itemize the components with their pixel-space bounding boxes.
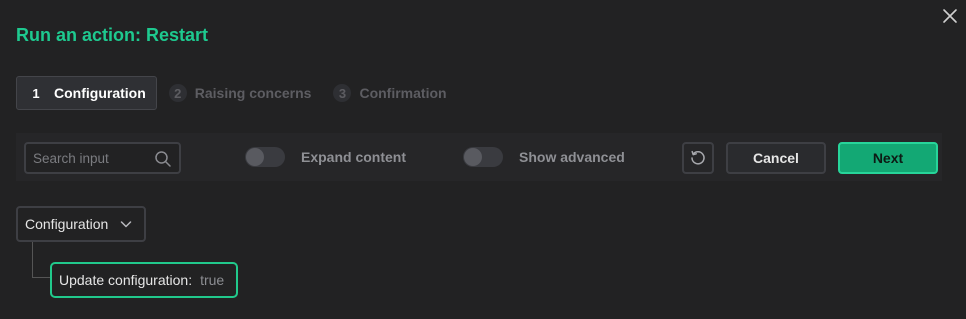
group-label: Configuration bbox=[25, 216, 109, 232]
step-label: Raising concerns bbox=[194, 85, 312, 101]
tree-connector bbox=[32, 242, 50, 278]
show-advanced-label: Show advanced bbox=[519, 149, 625, 165]
toolbar: Expand content Show advanced Cancel Next bbox=[16, 133, 942, 181]
chevron-down-icon bbox=[120, 221, 132, 228]
step-label: Confirmation bbox=[359, 85, 447, 101]
search-icon[interactable] bbox=[154, 150, 172, 168]
configuration-group-dropdown[interactable]: Configuration bbox=[16, 206, 146, 242]
close-icon bbox=[943, 9, 957, 23]
dialog-title: Run an action: Restart bbox=[16, 25, 209, 45]
step-configuration[interactable]: 1 Configuration bbox=[16, 76, 157, 110]
show-advanced-toggle[interactable] bbox=[463, 147, 503, 167]
toggle-knob bbox=[246, 148, 264, 166]
search-box bbox=[24, 142, 181, 174]
step-raising-concerns[interactable]: 2 Raising concerns bbox=[159, 76, 322, 110]
next-button[interactable]: Next bbox=[838, 142, 938, 174]
step-number: 3 bbox=[333, 84, 352, 102]
expand-content-toggle[interactable] bbox=[245, 147, 285, 167]
expand-content-toggle-group: Expand content bbox=[245, 147, 406, 167]
step-number: 1 bbox=[32, 85, 40, 101]
expand-content-label: Expand content bbox=[301, 149, 407, 165]
step-confirmation[interactable]: 3 Confirmation bbox=[323, 76, 456, 110]
node-value: true bbox=[200, 272, 225, 288]
update-configuration-node[interactable]: Update configuration: true bbox=[50, 262, 238, 298]
node-key: Update configuration: bbox=[59, 272, 193, 288]
reset-button[interactable] bbox=[682, 142, 714, 174]
show-advanced-toggle-group: Show advanced bbox=[463, 147, 625, 167]
step-number: 2 bbox=[168, 84, 187, 102]
toggle-knob bbox=[464, 148, 482, 166]
step-label: Configuration bbox=[54, 85, 146, 101]
stepper: 1 Configuration 2 Raising concerns 3 Con… bbox=[16, 76, 457, 110]
search-input[interactable] bbox=[33, 149, 153, 167]
cancel-button[interactable]: Cancel bbox=[726, 142, 826, 174]
close-button[interactable] bbox=[938, 4, 962, 28]
reset-icon bbox=[691, 150, 705, 165]
